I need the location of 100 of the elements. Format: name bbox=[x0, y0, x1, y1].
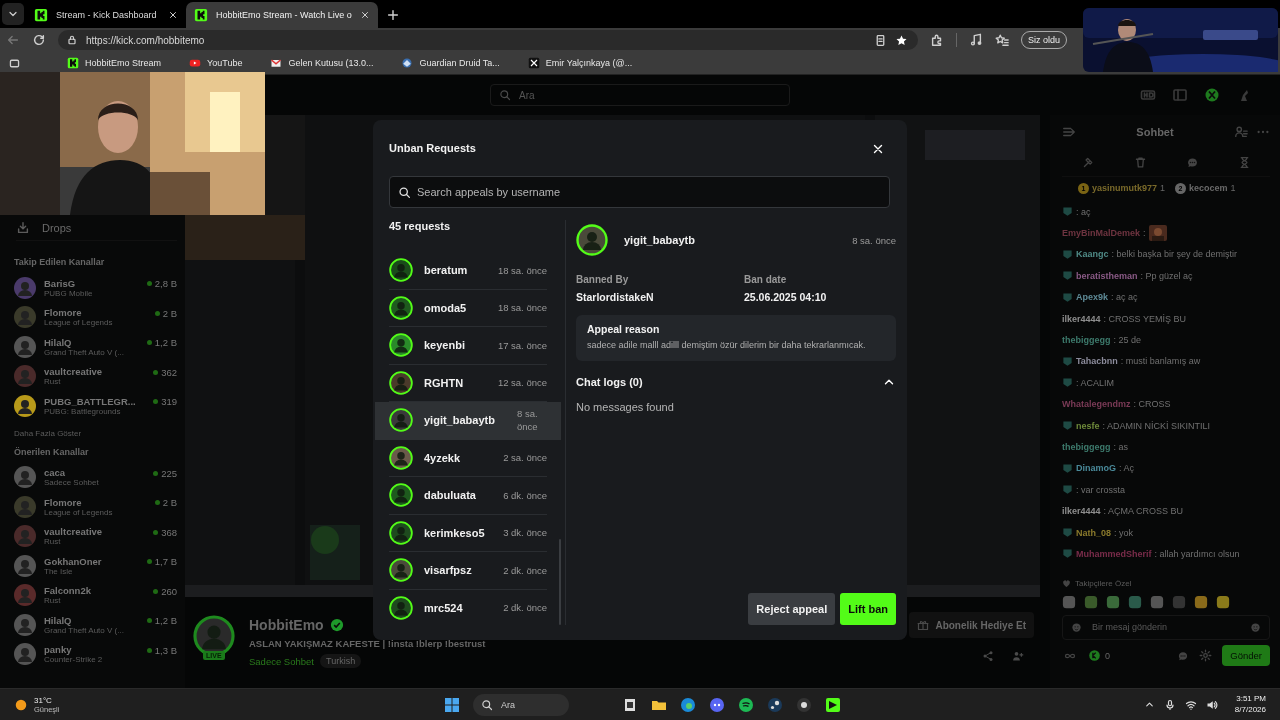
mic-icon[interactable] bbox=[1163, 698, 1176, 711]
file-icon[interactable] bbox=[622, 696, 638, 713]
channel-name[interactable]: Flomore bbox=[44, 496, 147, 508]
browser-tab[interactable]: Stream - Kick Dashboard bbox=[26, 2, 186, 28]
request-item[interactable]: mrc524 2 dk. önce bbox=[375, 589, 561, 625]
temperature: 31°C bbox=[34, 695, 53, 705]
apps-icon[interactable] bbox=[8, 57, 21, 70]
extensions-icon[interactable] bbox=[930, 33, 944, 47]
search-field[interactable]: Ara bbox=[490, 84, 790, 106]
chat-logs-toggle[interactable]: Chat logs (0) bbox=[576, 374, 896, 389]
request-item[interactable]: dabuluata 6 dk. önce bbox=[375, 477, 561, 515]
request-item[interactable]: visarfpsz 2 dk. önce bbox=[375, 552, 561, 590]
channel-name[interactable]: Falconn2k bbox=[44, 585, 146, 597]
viewer-count: 1,2 B bbox=[154, 337, 177, 348]
request-item[interactable]: 4yzekk 2 sa. önce bbox=[375, 439, 561, 477]
channel-avatar bbox=[14, 495, 36, 518]
browser-tab[interactable]: HobbitEmo Stream - Watch Live o bbox=[186, 2, 378, 28]
send-button[interactable]: Gönder bbox=[1222, 645, 1270, 667]
channel-name[interactable]: HilalQ bbox=[44, 336, 139, 348]
channel-name[interactable]: GokhanOner bbox=[44, 555, 139, 567]
request-item[interactable]: yigit_babaytb 8 sa. önce bbox=[375, 402, 561, 440]
recorder-icon[interactable] bbox=[796, 696, 812, 713]
search-field[interactable]: Ara bbox=[473, 693, 569, 716]
show-more-link[interactable]: Daha Fazla Göster bbox=[14, 420, 177, 447]
lift-ban-button[interactable]: Lift ban bbox=[840, 593, 896, 625]
bookmark[interactable]: Emir Yalçınkaya (@... bbox=[527, 57, 633, 69]
request-item[interactable]: omoda5 18 sa. önce bbox=[375, 289, 561, 327]
bookmark[interactable]: Guardian Druid Ta... bbox=[401, 57, 500, 69]
chat-username[interactable]: Apex9k bbox=[1076, 292, 1109, 303]
channel-name[interactable]: panky bbox=[44, 644, 139, 656]
reload-icon[interactable] bbox=[32, 33, 46, 47]
start-icon[interactable] bbox=[444, 696, 460, 713]
channel-category: Rust bbox=[44, 377, 62, 387]
chat-username[interactable]: Nath_08 bbox=[1076, 527, 1111, 538]
request-item[interactable]: kerimkeso5 3 dk. önce bbox=[375, 514, 561, 552]
music-app-icon[interactable] bbox=[738, 696, 754, 713]
request-count: 45 requests bbox=[388, 219, 452, 234]
chat-username[interactable]: Tahacbnn bbox=[1076, 356, 1118, 367]
leaderboard-user[interactable]: yasinumutk977 bbox=[1092, 183, 1158, 193]
scrollbar-thumb[interactable] bbox=[559, 539, 561, 625]
points-icon[interactable] bbox=[1088, 649, 1101, 663]
leaderboard-user[interactable]: kecocem bbox=[1189, 183, 1228, 193]
live-dot bbox=[146, 647, 152, 653]
viewer-count: 225 bbox=[161, 467, 177, 479]
channel-name[interactable]: PUBG_BATTLEGR... bbox=[44, 395, 146, 407]
channel-category: Rust bbox=[44, 596, 62, 606]
reject-appeal-button[interactable]: Reject appeal bbox=[748, 593, 836, 625]
category-link[interactable]: Sadece Sohbet bbox=[249, 655, 314, 667]
tab-list-button[interactable] bbox=[2, 3, 24, 25]
reader-icon[interactable] bbox=[874, 33, 887, 47]
chat-message: : Pp güzel aç bbox=[1140, 270, 1193, 281]
channel-name[interactable]: vaultcreative bbox=[44, 366, 146, 378]
viewer-count: 319 bbox=[161, 396, 177, 407]
volume-icon[interactable] bbox=[1205, 698, 1218, 711]
address-bar[interactable]: https://kick.com/hobbitemo bbox=[58, 30, 918, 50]
close-icon[interactable] bbox=[359, 10, 370, 20]
chat-username[interactable]: Kaangc bbox=[1076, 249, 1109, 260]
new-tab-icon[interactable] bbox=[385, 8, 400, 22]
star-icon[interactable] bbox=[895, 33, 908, 47]
appeal-reason-text: sadece adile malll adilll demiştim özür dilerim bir daha tekrarlanmıcak. bbox=[587, 339, 867, 352]
bookmark[interactable]: HobbitEmo Stream bbox=[67, 57, 162, 69]
section-title: Önerilen Kanallar bbox=[14, 446, 90, 459]
music-icon[interactable] bbox=[969, 33, 983, 47]
request-item[interactable]: keyenbi 17 sa. önce bbox=[375, 327, 561, 365]
live-dot bbox=[146, 340, 152, 345]
favorites-icon[interactable] bbox=[995, 33, 1009, 47]
chat-message: : allah yardımcı olsun bbox=[1154, 548, 1240, 559]
channel-name[interactable]: HilalQ bbox=[44, 614, 139, 626]
channel-name[interactable]: Flomore bbox=[44, 307, 147, 319]
streamer-name[interactable]: HobbitEmo bbox=[249, 617, 324, 633]
message-field[interactable]: Bir mesaj gönderin bbox=[1062, 614, 1270, 640]
app-icon[interactable] bbox=[825, 696, 841, 713]
wifi-icon[interactable] bbox=[1184, 698, 1197, 711]
chat-app-icon[interactable] bbox=[709, 696, 725, 713]
bookmark[interactable]: Gelen Kutusu (13.0... bbox=[270, 57, 374, 69]
search-field[interactable]: Search appeals by username bbox=[389, 176, 890, 208]
emote-icon bbox=[1216, 594, 1230, 609]
user-avatar bbox=[389, 333, 413, 358]
close-icon[interactable] bbox=[871, 142, 885, 156]
tag[interactable]: Turkish bbox=[320, 654, 362, 668]
chat-username[interactable]: ilker4444 bbox=[1062, 506, 1101, 517]
live-dot bbox=[146, 281, 152, 286]
gift-subscription-button[interactable]: Abonelik Hediye Et bbox=[909, 612, 1034, 638]
close-icon[interactable] bbox=[168, 10, 178, 20]
request-item[interactable]: beratum 18 sa. önce bbox=[375, 252, 561, 290]
channel-name[interactable]: caca bbox=[44, 467, 146, 479]
chat-username[interactable]: nesfe bbox=[1076, 420, 1100, 431]
chat-username[interactable]: ilker4444 bbox=[1062, 313, 1101, 324]
chat-username[interactable]: thebiggegg bbox=[1062, 335, 1111, 346]
bookmark-icon bbox=[189, 57, 202, 69]
chat-username[interactable]: thebiggegg bbox=[1062, 442, 1111, 452]
channel-name[interactable]: vaultcreative bbox=[44, 526, 146, 538]
chat-username[interactable]: DinamoG bbox=[1076, 463, 1116, 474]
xbox-icon[interactable] bbox=[1204, 87, 1220, 103]
live-dot bbox=[146, 618, 152, 623]
chat-username[interactable]: beratistheman bbox=[1076, 270, 1138, 281]
channel-name[interactable]: BarisG bbox=[44, 277, 139, 289]
browser-icon[interactable] bbox=[680, 696, 696, 713]
bookmark[interactable]: YouTube bbox=[189, 57, 243, 69]
game-launcher-icon[interactable] bbox=[767, 696, 783, 713]
